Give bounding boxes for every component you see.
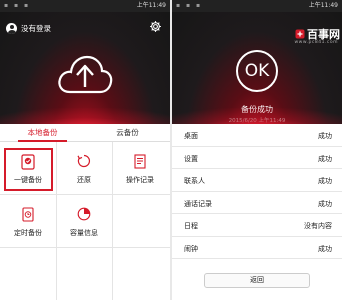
phone-screen-backup-home: ▪ ▪ ▪ 上午11:49 没有登录 本地备份 云备份 一键备份 还原 操作记录…	[0, 0, 170, 300]
scheduled-backup-button[interactable]: 定时备份	[0, 195, 56, 247]
phone-screen-backup-result: ▪ ▪ ▪ 上午11:49 百事网 www.pc841.com OK 备份成功 …	[172, 0, 342, 300]
brand-logo-icon	[295, 29, 305, 39]
status-bar: ▪ ▪ ▪ 上午11:49	[0, 0, 170, 12]
notification-icons: ▪ ▪ ▪	[4, 2, 31, 9]
backup-tabs: 本地备份 云备份	[0, 124, 170, 142]
list-item: 日程 没有内容	[172, 214, 342, 237]
brand-url: www.pc841.com	[294, 40, 338, 45]
one-key-backup-button[interactable]: 一键备份	[0, 142, 56, 194]
item-status: 成功	[318, 244, 332, 253]
list-item: 闹钟 成功	[172, 237, 342, 259]
hero-header: 没有登录	[0, 12, 170, 124]
status-bar: ▪ ▪ ▪ 上午11:49	[172, 0, 342, 12]
result-timestamp: 2015/6/20 上午11:49	[228, 118, 286, 124]
login-button[interactable]: 没有登录	[6, 21, 51, 35]
backup-result-list: 桌面 成功 设置 成功 联系人 成功 通话记录 成功 日程 没有内容 闹钟 成功	[172, 124, 342, 259]
item-status: 成功	[318, 132, 332, 140]
capacity-pie-icon	[77, 207, 91, 221]
hero-header: 百事网 www.pc841.com OK 备份成功 2015/6/20 上午11…	[172, 12, 342, 124]
restore-icon	[77, 154, 90, 168]
capacity-info-button[interactable]: 容量信息	[56, 195, 112, 247]
operation-log-label: 操作记录	[126, 176, 154, 184]
grid-divider	[0, 247, 170, 248]
brand-watermark: 百事网 www.pc841.com	[272, 26, 340, 48]
item-name: 通话记录	[184, 199, 212, 208]
back-button[interactable]: 返回	[204, 273, 310, 288]
list-item: 桌面 成功	[172, 124, 342, 147]
operation-log-button[interactable]: 操作记录	[112, 142, 168, 194]
item-name: 设置	[184, 154, 198, 163]
item-status: 没有内容	[304, 222, 332, 230]
status-time: 上午11:49	[136, 2, 166, 9]
item-name: 桌面	[184, 132, 198, 140]
backup-actions-grid: 一键备份 还原 操作记录 定时备份 容量信息	[0, 142, 170, 300]
restore-label: 还原	[77, 176, 91, 184]
list-item: 联系人 成功	[172, 169, 342, 192]
up-arrow-icon	[76, 64, 94, 87]
operation-log-icon	[134, 154, 146, 169]
login-status-label: 没有登录	[21, 23, 51, 33]
notification-icons: ▪ ▪ ▪	[176, 2, 203, 9]
tab-cloud-backup[interactable]: 云备份	[85, 124, 170, 141]
scheduled-backup-label: 定时备份	[14, 229, 42, 237]
capacity-info-label: 容量信息	[70, 229, 98, 237]
item-name: 联系人	[184, 177, 205, 185]
restore-button[interactable]: 还原	[56, 142, 112, 194]
one-key-backup-icon	[21, 154, 35, 170]
list-item: 设置 成功	[172, 147, 342, 169]
result-title: 备份成功	[241, 105, 273, 114]
item-name: 日程	[184, 222, 198, 230]
scheduled-backup-icon	[22, 207, 34, 222]
cloud-upload-button[interactable]	[56, 52, 114, 96]
one-key-backup-label: 一键备份	[14, 176, 42, 184]
settings-gear-icon[interactable]	[149, 20, 162, 33]
item-status: 成功	[318, 154, 332, 163]
status-time: 上午11:49	[308, 2, 338, 9]
list-item: 通话记录 成功	[172, 192, 342, 214]
success-ok-badge: OK	[236, 50, 278, 92]
tab-local-backup[interactable]: 本地备份	[0, 124, 85, 142]
item-status: 成功	[318, 177, 332, 185]
item-name: 闹钟	[184, 244, 198, 253]
avatar-icon	[6, 22, 17, 34]
item-status: 成功	[318, 199, 332, 208]
